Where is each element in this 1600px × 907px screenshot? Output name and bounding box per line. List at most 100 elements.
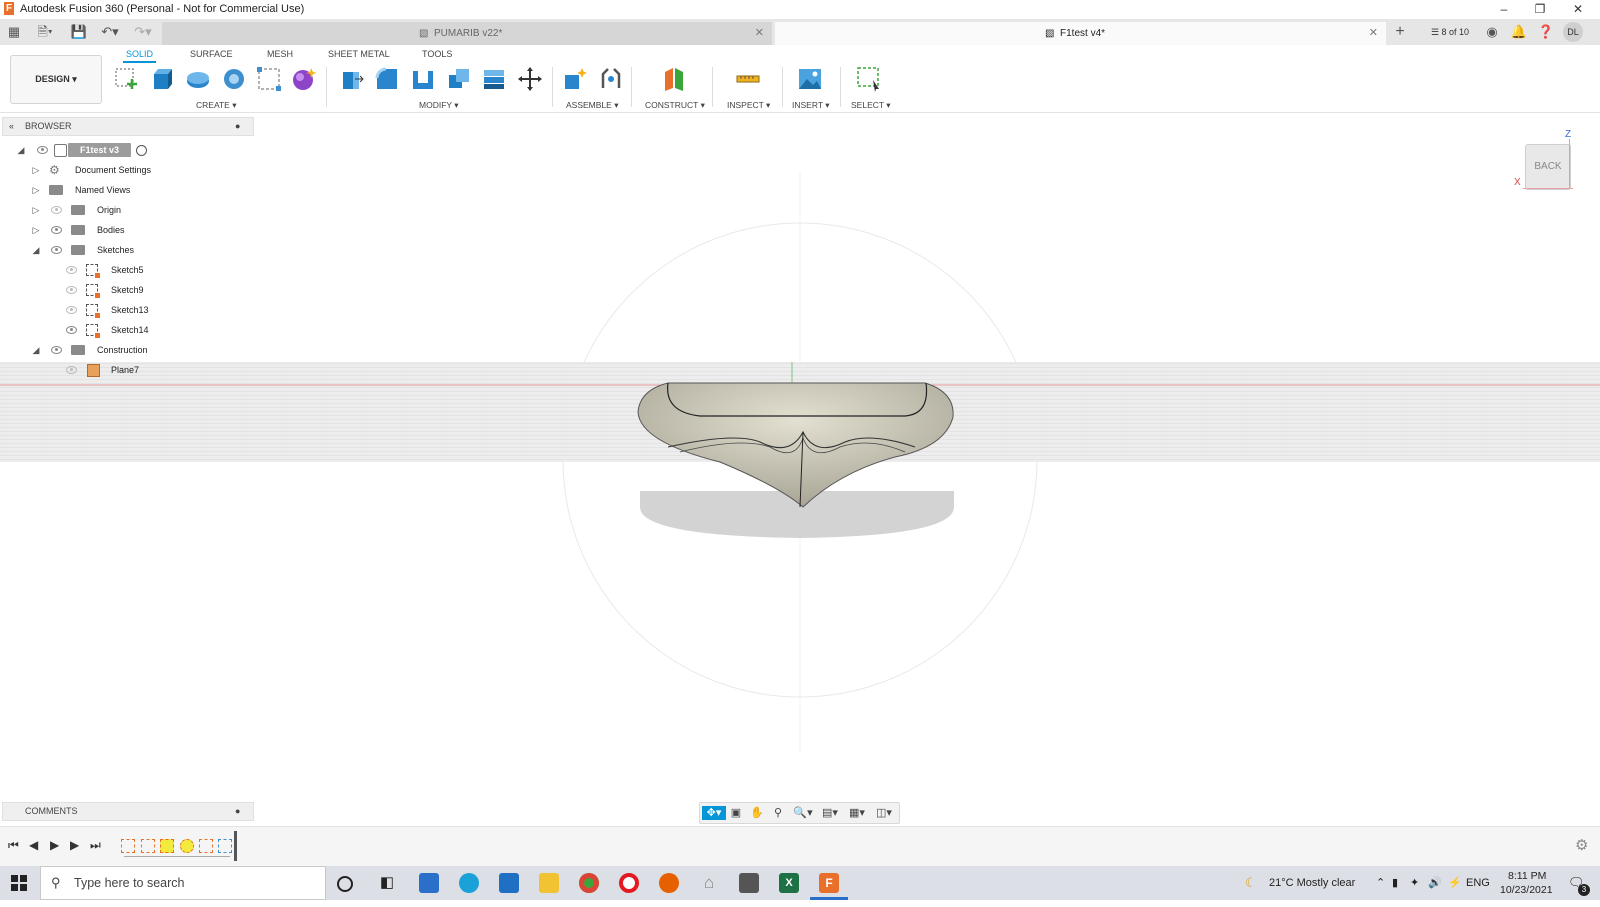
- viewcube[interactable]: BACK Z X: [1514, 129, 1585, 201]
- sweep-icon[interactable]: [221, 66, 247, 92]
- data-panel-grid-icon[interactable]: ▦: [5, 23, 23, 41]
- timeline-sketch-feature-icon[interactable]: [199, 839, 213, 853]
- browser-item-plane7[interactable]: Plane7: [46, 362, 246, 378]
- visibility-eye-icon[interactable]: [51, 226, 62, 234]
- tab-f1test[interactable]: ▧ F1test v4* ✕: [775, 22, 1386, 45]
- visibility-eye-icon[interactable]: [66, 266, 77, 274]
- mail-icon[interactable]: [499, 873, 519, 893]
- timeline-end-icon[interactable]: ⏭: [90, 838, 101, 853]
- timeline-sketch-feature-icon[interactable]: [160, 839, 174, 853]
- timeline-start-icon[interactable]: ⏮: [8, 838, 19, 853]
- excel-icon[interactable]: X: [779, 873, 799, 893]
- collapse-panel-icon[interactable]: «: [9, 118, 14, 135]
- offset-face-icon[interactable]: [481, 66, 507, 92]
- tab-pumarib[interactable]: ▧ PUMARIB v22* ✕: [162, 22, 772, 45]
- job-status[interactable]: ☰ 8 of 10: [1420, 23, 1480, 41]
- close-tab-icon[interactable]: ✕: [755, 22, 764, 45]
- hull-body[interactable]: [637, 382, 954, 508]
- undo-icon[interactable]: ↶▾: [97, 23, 123, 41]
- timeline-sketch-feature-icon[interactable]: [141, 839, 155, 853]
- pan-hand-icon[interactable]: ✋: [749, 806, 765, 820]
- visibility-eye-icon[interactable]: [66, 306, 77, 314]
- browser-item-sketch9[interactable]: Sketch9: [46, 282, 246, 298]
- orbit-icon[interactable]: ✥▾: [702, 806, 726, 820]
- timeline-loft-feature-icon[interactable]: [180, 839, 194, 853]
- power-plug-icon[interactable]: ⚡: [1448, 866, 1462, 900]
- expanded-triangle-icon[interactable]: ◢: [31, 244, 41, 256]
- help-icon[interactable]: ❓: [1537, 23, 1555, 41]
- measure-icon[interactable]: [735, 66, 761, 92]
- fit-icon[interactable]: 🔍▾: [791, 806, 815, 820]
- volume-icon[interactable]: 🔊: [1428, 866, 1442, 900]
- file-explorer-icon[interactable]: [539, 873, 559, 893]
- visibility-eye-icon[interactable]: [66, 286, 77, 294]
- weather-text[interactable]: 21°C Mostly clear: [1269, 866, 1355, 900]
- joint-icon[interactable]: [598, 66, 624, 92]
- comments-panel-header[interactable]: COMMENTS ●: [2, 802, 254, 821]
- browser-panel-header[interactable]: « BROWSER ●: [2, 117, 254, 136]
- form-icon[interactable]: [291, 66, 317, 92]
- close-icon[interactable]: ✕: [1561, 0, 1595, 19]
- redo-icon[interactable]: ↷▾: [130, 23, 156, 41]
- collapsed-triangle-icon[interactable]: ▷: [31, 164, 41, 176]
- fillet-icon[interactable]: [374, 66, 400, 92]
- browser-item-sketches[interactable]: ◢ Sketches: [31, 242, 231, 258]
- timeline-play-icon[interactable]: ▶: [50, 838, 59, 852]
- task-view-icon[interactable]: ◧: [377, 873, 397, 893]
- chrome-icon[interactable]: [579, 873, 599, 893]
- inspect-menu[interactable]: INSPECT ▾: [727, 100, 770, 111]
- timeline-settings-gear-icon[interactable]: ⚙: [1575, 836, 1588, 854]
- file-menu-icon[interactable]: 🗎▾: [31, 23, 59, 41]
- extensions-icon[interactable]: ◉: [1483, 23, 1501, 41]
- visibility-eye-icon[interactable]: [51, 246, 62, 254]
- select-menu[interactable]: SELECT ▾: [851, 100, 891, 111]
- add-comment-icon[interactable]: ●: [235, 803, 240, 820]
- language-indicator[interactable]: ENG: [1466, 866, 1490, 900]
- calculator-icon[interactable]: [739, 873, 759, 893]
- tab-sheet-metal[interactable]: SHEET METAL: [328, 49, 390, 59]
- browser-item-construction[interactable]: ◢ Construction: [31, 342, 231, 358]
- timeline-step-back-icon[interactable]: ◀: [29, 838, 38, 852]
- collapsed-triangle-icon[interactable]: ▷: [31, 204, 41, 216]
- extrude-icon[interactable]: [149, 66, 175, 92]
- browser-item-sketch13[interactable]: Sketch13: [46, 302, 246, 318]
- construct-menu[interactable]: CONSTRUCT ▾: [645, 100, 705, 111]
- wifi-icon[interactable]: ✦: [1410, 866, 1419, 900]
- assemble-menu[interactable]: ASSEMBLE ▾: [566, 100, 618, 111]
- windows-start-icon[interactable]: [11, 875, 27, 891]
- edge-browser-icon[interactable]: [459, 873, 479, 893]
- collapsed-triangle-icon[interactable]: ▷: [31, 184, 41, 196]
- visibility-eye-icon[interactable]: [66, 326, 77, 334]
- press-pull-icon[interactable]: [339, 66, 365, 92]
- new-tab-icon[interactable]: +: [1390, 23, 1410, 41]
- notifications-bell-icon[interactable]: 🔔: [1510, 23, 1528, 41]
- timeline-marker[interactable]: [234, 831, 237, 861]
- collapsed-triangle-icon[interactable]: ▷: [31, 224, 41, 236]
- battery-icon[interactable]: ▮: [1392, 866, 1398, 900]
- look-at-icon[interactable]: ▣: [728, 806, 744, 820]
- activate-radio-icon[interactable]: [136, 145, 147, 156]
- revolve-icon[interactable]: [185, 66, 211, 92]
- loft-icon[interactable]: [256, 66, 282, 92]
- timeline-step-forward-icon[interactable]: ▶: [70, 838, 79, 852]
- combine-icon[interactable]: [446, 66, 472, 92]
- fusion-360-taskbar-icon[interactable]: F: [819, 873, 839, 893]
- viewcube-face[interactable]: BACK: [1525, 144, 1571, 190]
- maximize-icon[interactable]: ❐: [1523, 0, 1557, 19]
- home-icon[interactable]: ⌂: [699, 873, 719, 893]
- new-component-icon[interactable]: [562, 66, 588, 92]
- browser-item-sketch5[interactable]: Sketch5: [46, 262, 246, 278]
- browser-item-document-settings[interactable]: ▷ ⚙ Document Settings: [31, 162, 231, 178]
- zoom-icon[interactable]: ⚲: [770, 806, 786, 820]
- display-settings-icon[interactable]: ▤▾: [818, 806, 842, 820]
- browser-item-sketch14[interactable]: Sketch14: [46, 322, 246, 338]
- timeline-plane-feature-icon[interactable]: [218, 839, 232, 853]
- taskbar-search-box[interactable]: ⚲ Type here to search: [40, 866, 326, 900]
- visibility-eye-icon[interactable]: [51, 206, 62, 214]
- save-icon[interactable]: 💾: [70, 23, 88, 41]
- visibility-eye-icon[interactable]: [51, 346, 62, 354]
- expanded-triangle-icon[interactable]: ◢: [31, 344, 41, 356]
- modify-menu[interactable]: MODIFY ▾: [419, 100, 459, 111]
- browser-item-origin[interactable]: ▷ Origin: [31, 202, 231, 218]
- tab-tools[interactable]: TOOLS: [422, 49, 452, 59]
